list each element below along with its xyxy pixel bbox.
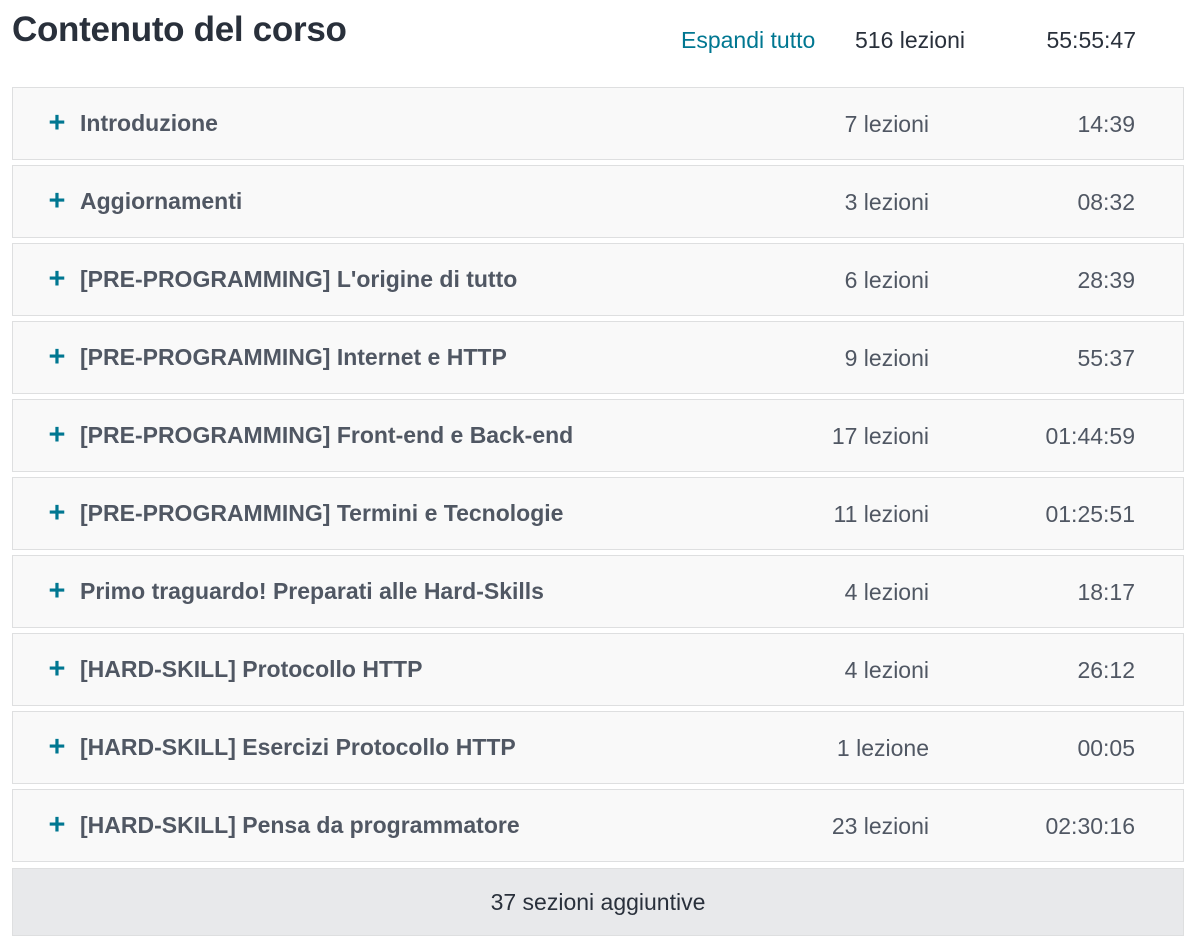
section-lectures-count: 4 lezioni [844,657,929,683]
course-content-header: Contenuto del corso Espandi tutto 516 le… [0,0,1200,80]
plus-icon: + [48,419,66,451]
plus-icon: + [48,731,66,763]
section-row[interactable]: + Introduzione 7 lezioni 14:39 [12,87,1184,160]
section-lectures-count: 7 lezioni [844,111,929,137]
section-lectures-count: 3 lezioni [844,189,929,215]
section-title: Primo traguardo! Preparati alle Hard-Ski… [80,578,544,604]
section-row[interactable]: + [HARD-SKILL] Esercizi Protocollo HTTP … [12,711,1184,784]
section-title: [PRE-PROGRAMMING] Front-end e Back-end [80,422,574,448]
section-lectures-count: 11 lezioni [833,501,929,527]
section-lectures-count: 1 lezione [836,735,929,761]
section-duration: 55:37 [1077,345,1135,371]
plus-icon: + [48,263,66,295]
section-row[interactable]: + [PRE-PROGRAMMING] Internet e HTTP 9 le… [12,321,1184,394]
section-duration: 14:39 [1077,111,1135,137]
section-row[interactable]: + [PRE-PROGRAMMING] Termini e Tecnologie… [12,477,1184,550]
section-duration: 01:25:51 [1045,501,1135,527]
section-lectures-count: 4 lezioni [844,579,929,605]
section-row[interactable]: + [PRE-PROGRAMMING] Front-end e Back-end… [12,399,1184,472]
section-duration: 18:17 [1077,579,1135,605]
total-duration: 55:55:47 [1046,27,1136,53]
plus-icon: + [48,653,66,685]
section-title: Aggiornamenti [80,188,243,214]
section-lectures-count: 9 lezioni [844,345,929,371]
plus-icon: + [48,107,66,139]
section-title: [HARD-SKILL] Protocollo HTTP [80,656,423,682]
section-lectures-count: 17 lezioni [831,423,929,449]
section-title: [PRE-PROGRAMMING] Internet e HTTP [80,344,507,370]
page-title: Contenuto del corso [12,10,347,49]
course-content-panel: Contenuto del corso Espandi tutto 516 le… [0,0,1200,951]
plus-icon: + [48,497,66,529]
section-row[interactable]: + [HARD-SKILL] Pensa da programmatore 23… [12,789,1184,862]
more-sections-button[interactable]: 37 sezioni aggiuntive [12,868,1184,936]
section-title: [HARD-SKILL] Pensa da programmatore [80,812,520,838]
plus-icon: + [48,809,66,841]
section-row[interactable]: + Primo traguardo! Preparati alle Hard-S… [12,555,1184,628]
section-title: [PRE-PROGRAMMING] Termini e Tecnologie [80,500,564,526]
section-title: [HARD-SKILL] Esercizi Protocollo HTTP [80,734,516,760]
plus-icon: + [48,185,66,217]
section-title: [PRE-PROGRAMMING] L'origine di tutto [80,266,518,292]
section-duration: 02:30:16 [1045,813,1135,839]
section-row[interactable]: + [PRE-PROGRAMMING] L'origine di tutto 6… [12,243,1184,316]
section-duration: 26:12 [1077,657,1135,683]
expand-all-link[interactable]: Espandi tutto [681,27,815,54]
section-row[interactable]: + [HARD-SKILL] Protocollo HTTP 4 lezioni… [12,633,1184,706]
total-lectures-count: 516 lezioni [855,27,965,53]
section-lectures-count: 23 lezioni [831,813,929,839]
plus-icon: + [48,341,66,373]
section-title: Introduzione [80,110,218,136]
section-lectures-count: 6 lezioni [844,267,929,293]
section-duration: 28:39 [1077,267,1135,293]
section-list: + Introduzione 7 lezioni 14:39 + Aggiorn… [12,87,1184,867]
section-duration: 01:44:59 [1045,423,1135,449]
section-duration: 08:32 [1077,189,1135,215]
section-duration: 00:05 [1077,735,1135,761]
plus-icon: + [48,575,66,607]
section-row[interactable]: + Aggiornamenti 3 lezioni 08:32 [12,165,1184,238]
